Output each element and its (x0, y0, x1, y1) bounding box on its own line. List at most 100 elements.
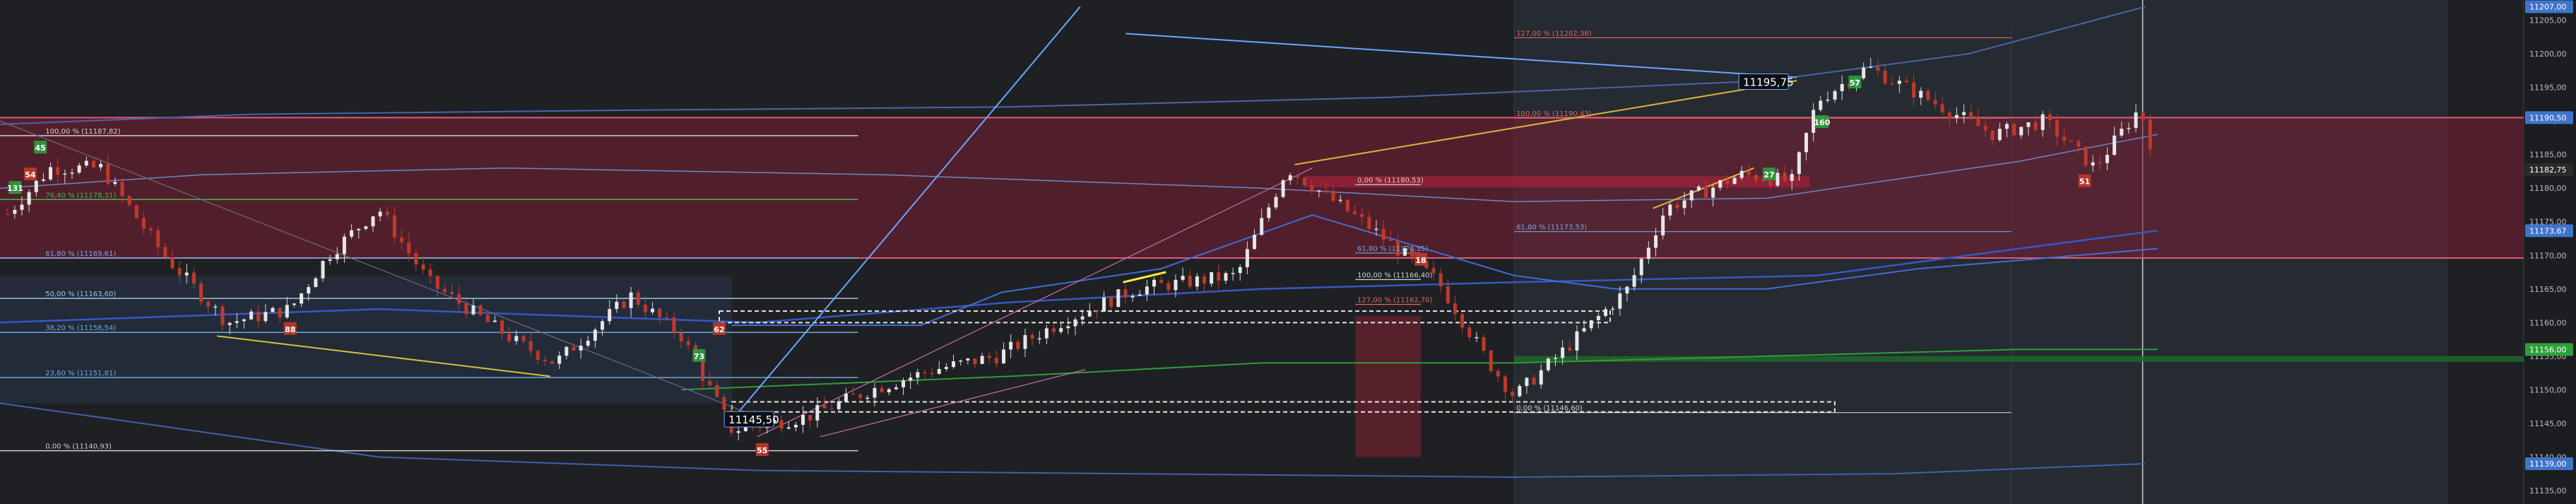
candle-body (1883, 71, 1887, 84)
candle-body (1596, 315, 1600, 321)
candle-body (1274, 197, 1278, 208)
candle-body (959, 360, 963, 362)
candle-body (909, 377, 913, 381)
candle-body (944, 367, 948, 370)
candle-body (206, 301, 211, 307)
candle-body (837, 401, 841, 409)
candle-body (1317, 190, 1321, 192)
candle-body (27, 192, 31, 205)
candle-body (414, 253, 418, 265)
candle-body (1353, 211, 1357, 214)
candle-body (6, 213, 10, 215)
candle-body (1052, 328, 1056, 332)
candle-body (2069, 141, 2074, 142)
price-tick-label: 11185,00 (2529, 151, 2567, 160)
candle-body (1295, 175, 1299, 178)
candle-body (321, 261, 325, 279)
candle-body (1331, 190, 1335, 201)
candle-body (1897, 81, 1901, 84)
candle-body (1890, 83, 1894, 85)
price-tick-label: 11170,00 (2529, 251, 2567, 260)
candle-body (1783, 172, 1787, 181)
candle-body (1840, 83, 1844, 91)
candle-body (177, 268, 182, 276)
candle-body (1367, 216, 1371, 229)
candle-body (923, 372, 927, 374)
candle-body (1188, 276, 1192, 287)
candle-body (464, 303, 468, 315)
candle-body (1288, 175, 1292, 181)
candle-body (1467, 327, 1472, 338)
candle-body (1152, 279, 1157, 287)
bar-count-label: 73 (694, 352, 704, 361)
candle-body (1947, 112, 1951, 118)
candle-body (1969, 112, 1973, 118)
candle-body (1862, 67, 1866, 78)
bar-count-label: 18 (1415, 256, 1426, 265)
candle-body (2033, 122, 2038, 130)
candle-body (271, 307, 275, 312)
candle-body (1281, 180, 1285, 197)
candle-body (41, 179, 45, 181)
candle-body (500, 320, 504, 334)
candle-body (636, 292, 640, 305)
candle-body (844, 393, 848, 402)
fib-left-label: 61,80 % (11169,61) (45, 250, 116, 258)
bar-count-label: 51 (2079, 177, 2090, 187)
price-tick-label: 11200,00 (2529, 49, 2567, 59)
candle-body (300, 293, 304, 304)
price-axis[interactable]: 11205,0011200,0011195,0011190,0011185,00… (2523, 0, 2576, 504)
candle-body (1231, 273, 1235, 274)
candle-body (557, 356, 562, 364)
candle-body (492, 320, 497, 322)
candle-body (1059, 328, 1063, 332)
candle-body (1554, 358, 1558, 359)
candle-body (191, 272, 196, 284)
candle-body (1267, 207, 1271, 218)
candle-body (2105, 155, 2109, 163)
candle-body (357, 228, 361, 230)
candle-body (1203, 276, 1207, 284)
candle-body (1511, 392, 1515, 397)
candle-body (70, 172, 74, 174)
candle-body (1460, 314, 1465, 328)
candle-body (865, 397, 870, 399)
candle-body (1009, 341, 1013, 350)
candle-body (1675, 204, 1679, 209)
candle-body (579, 345, 583, 351)
candle-body (1217, 272, 1221, 281)
candlestick-chart[interactable]: 100,00 % (11187,82) 76,40 % (11178,31) 61,… (0, 0, 2576, 504)
candle-body (829, 408, 834, 410)
candle-body (1260, 218, 1264, 235)
candle-body (679, 332, 683, 341)
fib-right-label: 61,80 % (11170,35) (1357, 245, 1428, 253)
candle-body (543, 359, 547, 361)
candle-body (400, 237, 404, 242)
candle-body (2026, 122, 2031, 127)
candle-body (378, 211, 382, 217)
candle-body (1518, 385, 1522, 397)
candle-body (1123, 289, 1128, 298)
price-callout-label: 11145,50 (728, 414, 779, 426)
candle-body (1819, 100, 1823, 110)
candle-body (141, 218, 146, 229)
candle-body (1245, 249, 1249, 267)
candle-body (1926, 90, 1930, 100)
candle-body (1094, 310, 1099, 312)
candle-body (686, 341, 690, 346)
candle-body (1109, 297, 1113, 307)
candle-body (622, 301, 626, 308)
candle-body (457, 294, 461, 304)
candle-body (1438, 273, 1443, 286)
fib-right-label: 0,00 % (11180,53) (1357, 177, 1424, 184)
candle-body (120, 182, 124, 197)
candle-body (435, 276, 439, 289)
candle-body (822, 405, 827, 409)
candle-body (99, 163, 103, 168)
price-tick-label: 11205,00 (2529, 16, 2567, 25)
candle-body (350, 230, 354, 237)
candle-body (2120, 129, 2124, 136)
candle-body (916, 372, 920, 378)
candle-body (902, 380, 906, 387)
candle-body (1181, 276, 1185, 280)
